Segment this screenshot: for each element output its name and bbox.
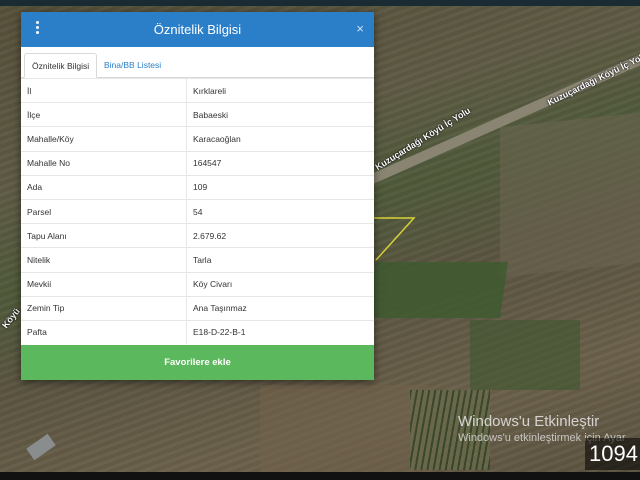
attribute-dialog: Öznitelik Bilgisi × Öznitelik Bilgisi Bi… [21, 12, 374, 380]
tab-building-list[interactable]: Bina/BB Listesi [97, 53, 168, 77]
table-row: Tapu Alanı 2.679.62 [21, 223, 374, 248]
parcel-outline[interactable] [374, 214, 416, 262]
table-row: Ada 109 [21, 174, 374, 200]
windows-activation-title: Windows'u Etkinleştir [458, 413, 600, 430]
map-orchard [410, 390, 490, 470]
row-value: Babaeski [186, 102, 374, 127]
row-key: Nitelik [21, 247, 187, 272]
table-row: Nitelik Tarla [21, 247, 374, 272]
add-to-favorites-button[interactable]: Favorilere ekle [21, 345, 374, 380]
row-value: Köy Civarı [186, 271, 374, 297]
row-value: Kırklareli [186, 77, 374, 103]
attribute-table: İl Kırklareli İlçe Babaeski Mahalle/Köy Kar… [21, 77, 374, 345]
row-key: Mahalle/Köy [21, 126, 187, 152]
counter-label: 1094 [585, 438, 640, 470]
map-field [260, 385, 430, 475]
row-key: Zemin Tip [21, 295, 187, 321]
table-row: Pafta E18-D-22-B-1 [21, 319, 374, 345]
map-field [500, 112, 640, 278]
row-value: 164547 [186, 150, 374, 176]
row-key: Mevkii [21, 271, 187, 297]
row-value: Ana Taşınmaz [186, 295, 374, 321]
table-row: Zemin Tip Ana Taşınmaz [21, 295, 374, 321]
row-value: E18-D-22-B-1 [186, 319, 374, 345]
tab-attribute-info[interactable]: Öznitelik Bilgisi [24, 53, 98, 78]
table-row: Mevkii Köy Civarı [21, 271, 374, 297]
table-row: Mahalle No 164547 [21, 150, 374, 176]
map-field [368, 262, 508, 318]
table-row: İl Kırklareli [21, 77, 374, 103]
row-value: Karacaoğlan [186, 126, 374, 152]
row-key: Mahalle No [21, 150, 187, 176]
dialog-tabs: Öznitelik Bilgisi Bina/BB Listesi [21, 47, 374, 78]
row-key: Ada [21, 174, 187, 200]
row-key: Parsel [21, 198, 187, 224]
row-key: İlçe [21, 102, 187, 127]
row-value: Tarla [186, 247, 374, 272]
dialog-title: Öznitelik Bilgisi [153, 22, 242, 37]
map-field [470, 320, 580, 390]
row-value: 2.679.62 [186, 223, 374, 248]
close-icon[interactable]: × [356, 22, 364, 36]
row-key: İl [21, 77, 187, 103]
row-key: Tapu Alanı [21, 223, 187, 248]
table-row: İlçe Babaeski [21, 102, 374, 127]
row-key: Pafta [21, 319, 187, 345]
table-row: Mahalle/Köy Karacaoğlan [21, 126, 374, 152]
bottom-bar [0, 472, 640, 480]
top-strip [0, 0, 640, 6]
table-row: Parsel 54 [21, 198, 374, 224]
more-vertical-icon[interactable] [35, 21, 41, 37]
row-value: 109 [186, 174, 374, 200]
row-value: 54 [186, 198, 374, 224]
